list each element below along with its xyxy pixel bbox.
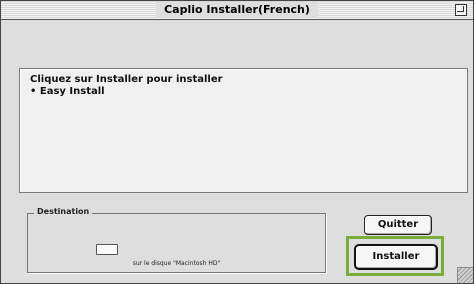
info-panel: Cliquez sur Installer pour installer • E… — [19, 68, 468, 193]
quit-button[interactable]: Quitter — [364, 215, 432, 235]
title-bar[interactable]: Caplio Installer(French) — [1, 1, 473, 20]
zoom-box-icon[interactable] — [455, 4, 467, 16]
info-instruction: Cliquez sur Installer pour installer — [30, 74, 223, 85]
info-install-type: • Easy Install — [30, 86, 105, 97]
destination-group: Destination sur le disque "Macintosh HD" — [27, 207, 326, 273]
destination-disk-text: sur le disque "Macintosh HD" — [132, 260, 221, 267]
installer-window: Caplio Installer(French) Cliquez sur Ins… — [0, 0, 474, 284]
hard-disk-icon[interactable] — [96, 244, 118, 255]
window-title: Caplio Installer(French) — [156, 2, 318, 18]
install-button[interactable]: Installer — [354, 244, 438, 270]
destination-legend: Destination — [34, 207, 93, 216]
resize-grip-icon[interactable] — [457, 267, 473, 283]
